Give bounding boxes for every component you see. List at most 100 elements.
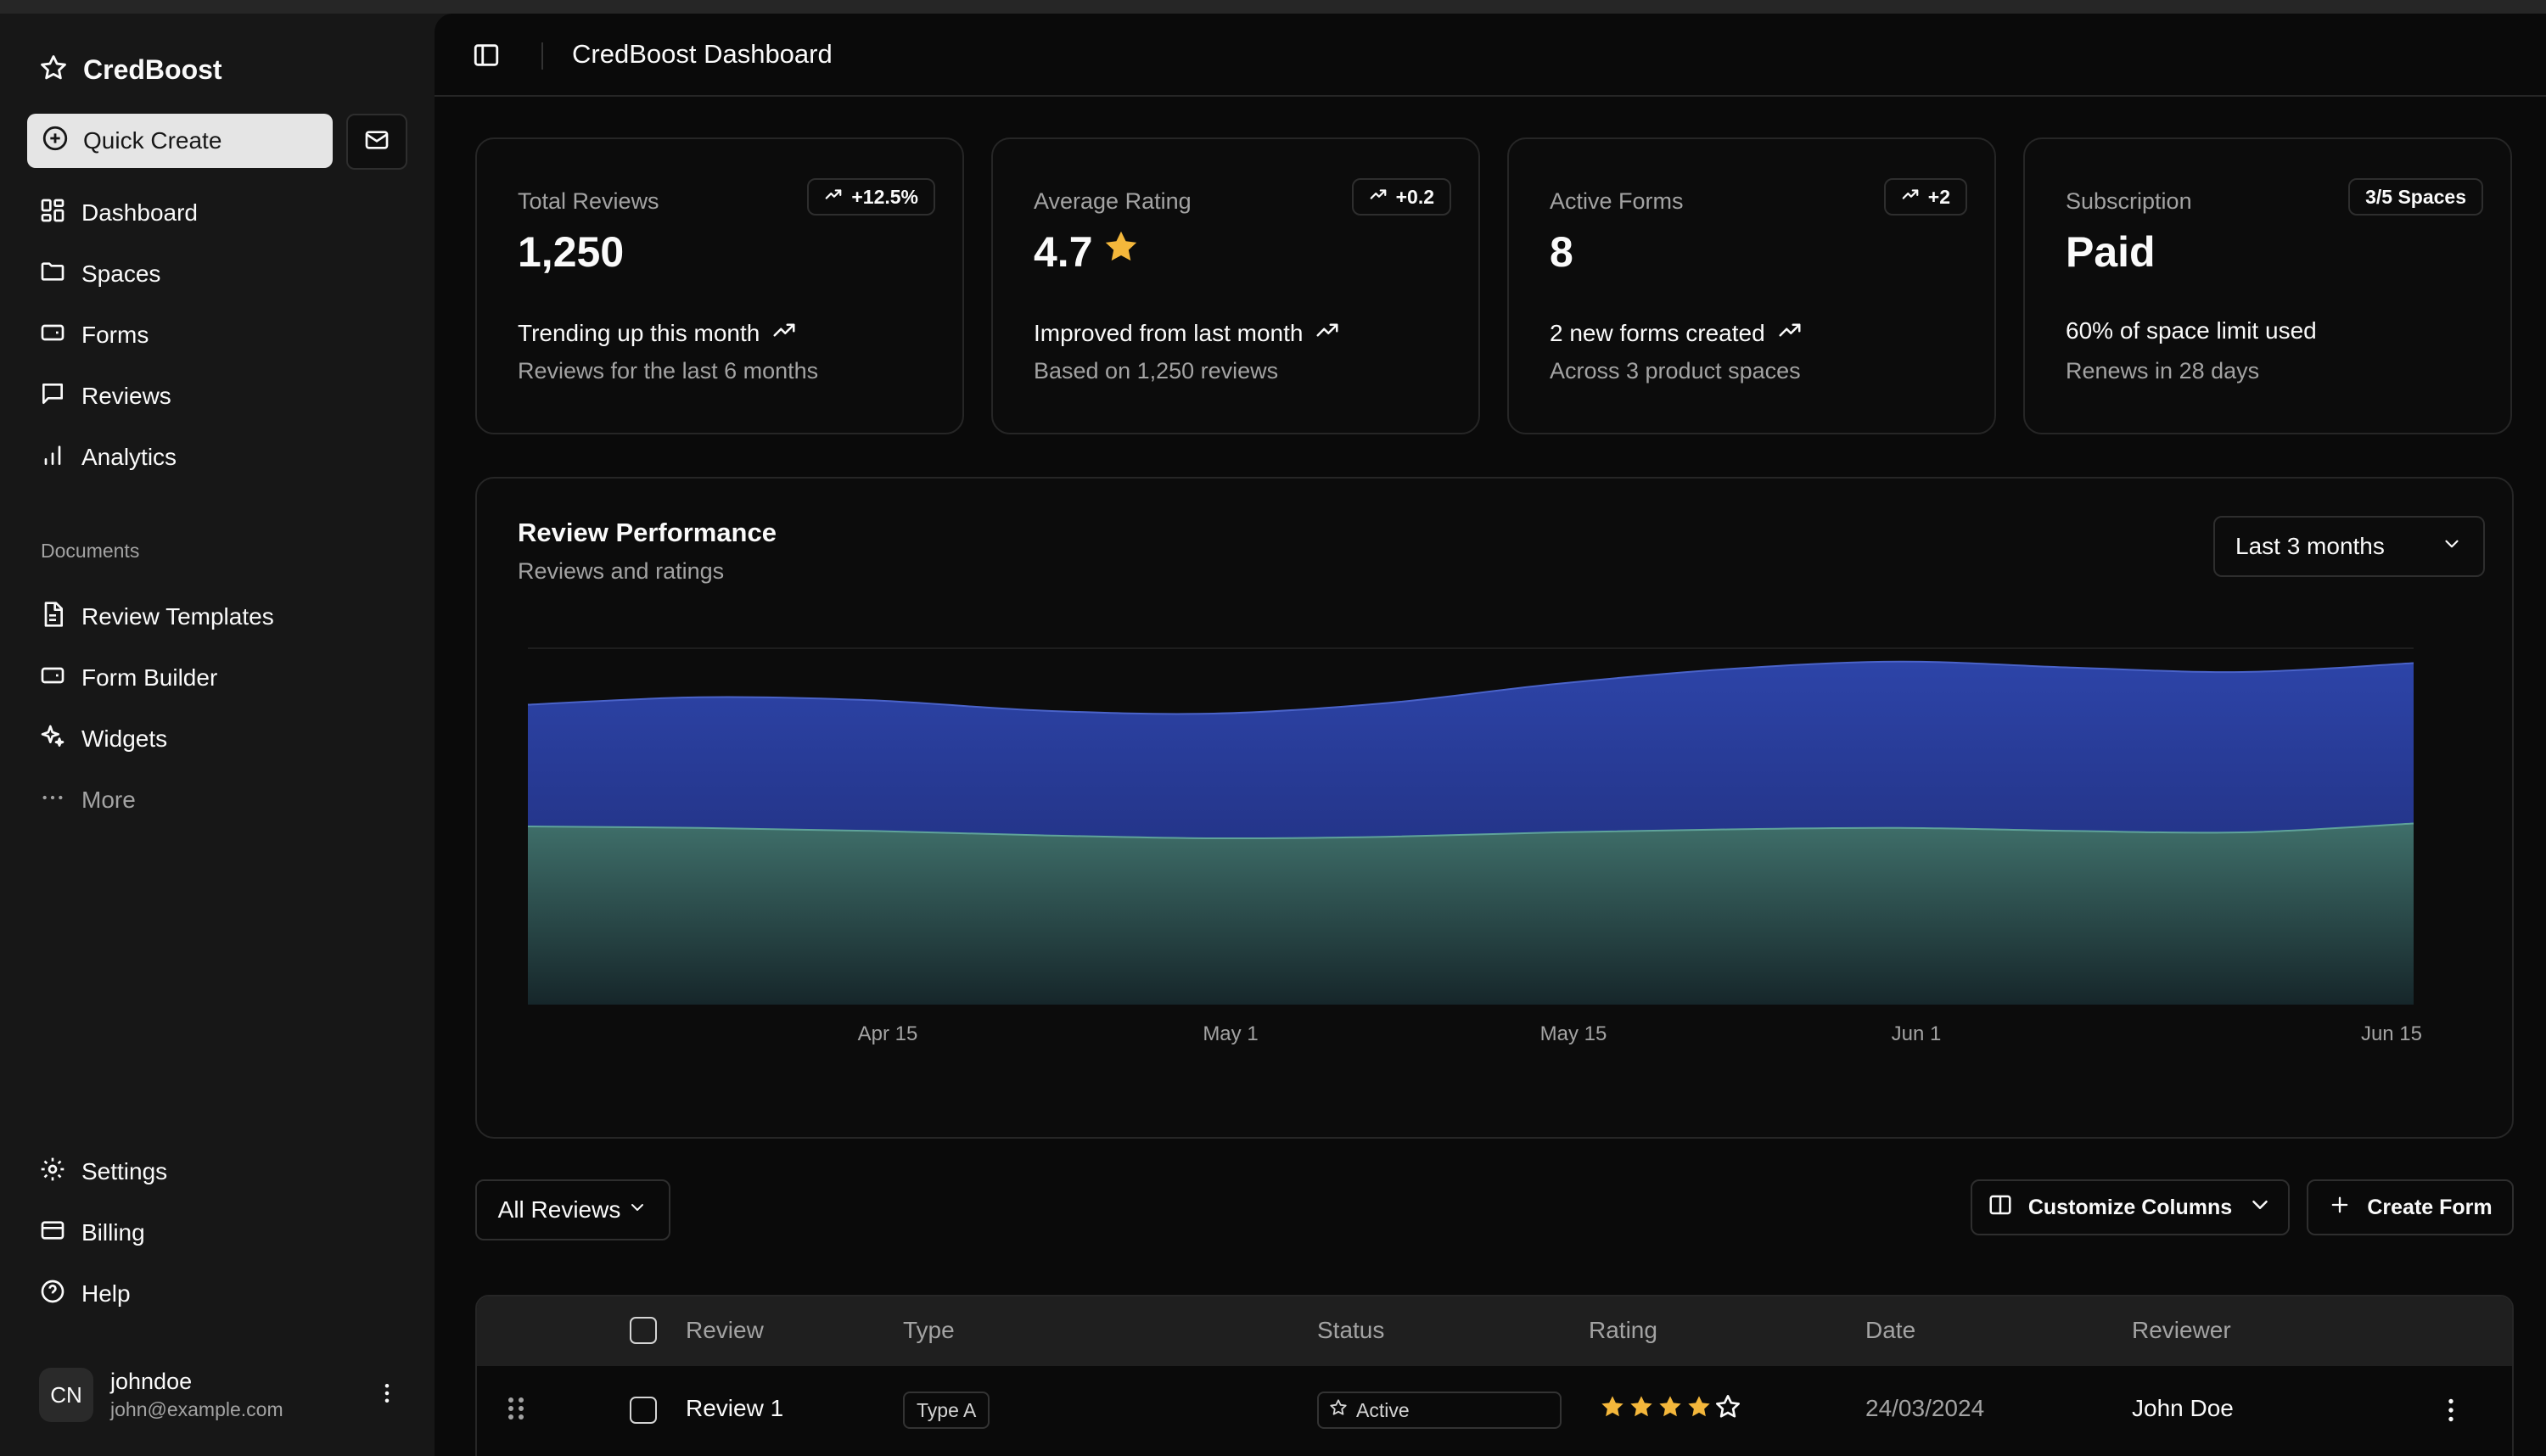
column-header-review[interactable]: Review: [686, 1317, 764, 1344]
value-text: 4.7: [1034, 228, 1093, 276]
sidebar-item-settings[interactable]: Settings: [27, 1145, 407, 1198]
card-caption: Across 3 product spaces: [1550, 358, 1801, 384]
sidebar-item-help[interactable]: Help: [27, 1268, 407, 1320]
trend-badge: +12.5%: [807, 178, 935, 216]
table-row[interactable]: Review 1 Type A Active 24/03/2024 John D…: [477, 1366, 2512, 1454]
dashboard-icon: [39, 197, 66, 230]
column-header-status[interactable]: Status: [1317, 1317, 1384, 1344]
star-filled-icon: [1102, 227, 1141, 277]
x-tick-label: May 15: [1540, 1022, 1607, 1045]
brand[interactable]: CredBoost: [39, 39, 222, 100]
spaces-badge: 3/5 Spaces: [2348, 178, 2483, 216]
create-form-label: Create Form: [2367, 1195, 2493, 1219]
row-checkbox[interactable]: [630, 1397, 657, 1424]
more-vertical-icon: [374, 1380, 400, 1410]
stat-card-total-reviews: Total Reviews +12.5% 1,250 Trending up t…: [475, 137, 964, 434]
star-filled-icon: [1599, 1393, 1626, 1425]
drag-handle[interactable]: [506, 1392, 526, 1425]
trend-text: 2 new forms created: [1550, 319, 1765, 346]
trend-text: Improved from last month: [1034, 319, 1304, 346]
main-content: CredBoost Dashboard Total Reviews +12.5%…: [435, 14, 2546, 1456]
sidebar-item-label: Dashboard: [81, 199, 198, 226]
sidebar-item-label: More: [81, 787, 136, 813]
badge-text: +0.2: [1395, 185, 1434, 208]
create-form-button[interactable]: Create Form: [2307, 1179, 2514, 1235]
form-icon: [39, 319, 66, 352]
sparkles-icon: [39, 723, 66, 756]
section-label-documents: Documents: [41, 540, 140, 562]
more-vertical-icon: [2436, 1398, 2466, 1432]
sidebar-item-label: Forms: [81, 322, 149, 348]
reviewer-name: John Doe: [2132, 1395, 2234, 1421]
user-info: johndoe john@example.com: [110, 1369, 353, 1421]
sidebar-item-forms[interactable]: Forms: [27, 309, 407, 361]
card-label: Subscription: [2066, 188, 2192, 214]
folder-icon: [39, 258, 66, 291]
quick-create-button[interactable]: Quick Create: [27, 114, 333, 168]
value-text: 1,250: [518, 228, 625, 276]
sidebar-item-label: Form Builder: [81, 664, 218, 691]
card-label: Average Rating: [1034, 188, 1192, 214]
user-name: johndoe: [110, 1369, 193, 1394]
chevron-down-icon: [2441, 533, 2463, 561]
sidebar-item-label: Help: [81, 1280, 131, 1307]
star-filled-icon: [1657, 1393, 1684, 1425]
x-tick-label: Apr 15: [858, 1022, 918, 1045]
value-text: 8: [1550, 228, 1573, 276]
plus-circle-icon: [41, 124, 70, 159]
sidebar-item-review-templates[interactable]: Review Templates: [27, 591, 407, 643]
column-header-rating[interactable]: Rating: [1589, 1317, 1657, 1344]
window-top-strip: [0, 0, 2546, 14]
help-circle-icon: [39, 1278, 66, 1311]
chart-subtitle: Reviews and ratings: [518, 558, 725, 584]
reviews-filter-select[interactable]: All Reviews: [475, 1179, 670, 1240]
select-all-checkbox[interactable]: [630, 1317, 657, 1344]
sidebar-toggle-button[interactable]: [472, 41, 502, 71]
more-horizontal-icon: [39, 784, 66, 817]
customize-columns-button[interactable]: Customize Columns: [1971, 1179, 2290, 1235]
status-text: Active: [1356, 1398, 1410, 1421]
rating-stars: [1599, 1393, 1741, 1425]
review-title[interactable]: Review 1: [686, 1395, 783, 1422]
user-profile[interactable]: CN johndoe john@example.com: [39, 1361, 404, 1429]
plus-icon: [2328, 1193, 2352, 1223]
badge-text: +2: [1927, 185, 1950, 208]
time-range-select[interactable]: Last 3 months: [2213, 516, 2485, 577]
sidebar-item-more[interactable]: More: [27, 774, 407, 826]
card-value: Paid: [2066, 227, 2156, 277]
sidebar-item-billing[interactable]: Billing: [27, 1207, 407, 1259]
trend-badge: +2: [1883, 178, 1967, 216]
sidebar-item-label: Spaces: [81, 260, 161, 287]
row-actions-button[interactable]: [2436, 1393, 2466, 1427]
inbox-button[interactable]: [346, 114, 407, 170]
card-value: 1,250: [518, 227, 624, 277]
sidebar-item-analytics[interactable]: Analytics: [27, 431, 407, 484]
mail-icon: [363, 126, 390, 158]
sidebar-item-label: Reviews: [81, 383, 171, 409]
chevron-down-icon: [627, 1196, 648, 1224]
column-header-reviewer[interactable]: Reviewer: [2132, 1317, 2231, 1344]
status-badge[interactable]: Active: [1317, 1392, 1562, 1429]
file-text-icon: [39, 601, 66, 634]
column-header-type[interactable]: Type: [903, 1317, 955, 1344]
sidebar-item-label: Review Templates: [81, 603, 274, 630]
page-title: CredBoost Dashboard: [572, 39, 833, 69]
sidebar-item-dashboard[interactable]: Dashboard: [27, 187, 407, 239]
sidebar-item-reviews[interactable]: Reviews: [27, 370, 407, 423]
sidebar-item-widgets[interactable]: Widgets: [27, 713, 407, 765]
card-caption: Renews in 28 days: [2066, 358, 2260, 384]
grip-vertical-icon: [506, 1397, 526, 1431]
area-series-upper: [528, 661, 2414, 839]
badge-text: 3/5 Spaces: [2365, 185, 2466, 208]
area-chart: Apr 15 May 1 May 15 Jun 1 Jun 15: [527, 647, 2422, 1045]
type-badge: Type A: [903, 1392, 990, 1429]
sidebar-item-spaces[interactable]: Spaces: [27, 248, 407, 300]
gear-icon: [39, 1156, 66, 1189]
sidebar-item-form-builder[interactable]: Form Builder: [27, 652, 407, 704]
quick-create-label: Quick Create: [83, 127, 222, 154]
trending-up-icon: [1315, 317, 1340, 349]
card-trend-line: 2 new forms created: [1550, 317, 1803, 349]
message-icon: [39, 380, 66, 413]
column-header-date[interactable]: Date: [1865, 1317, 1915, 1344]
user-menu-button[interactable]: [370, 1378, 404, 1412]
